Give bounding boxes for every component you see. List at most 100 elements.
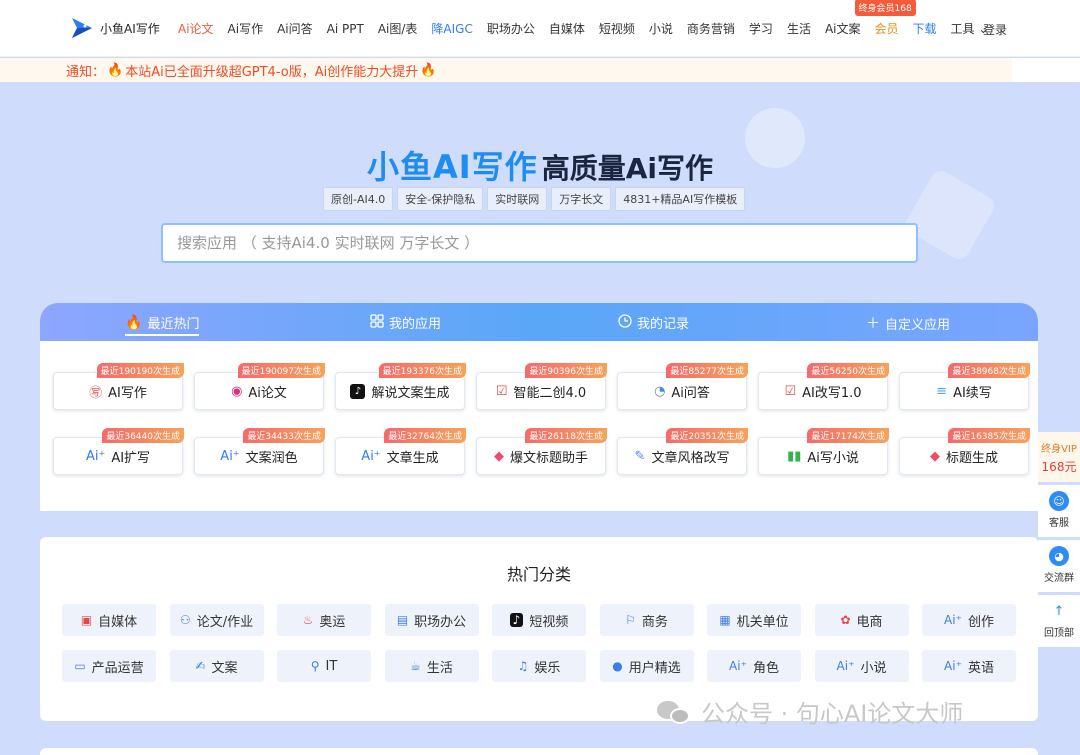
tab-recent-hot[interactable]: 🔥 最近热门 [125, 313, 200, 336]
tag-icon: ◆ [929, 448, 940, 464]
app-card[interactable]: Ai⁺ 文案润色 最近34433次生成 [194, 428, 325, 475]
vip-float-button[interactable]: 终身VIP 168元 [1038, 432, 1080, 482]
hot-apps-panel: ㊢ AI写作 最近190190次生成 ◉ Ai论文 最近190097次生成 ♪ 解说文案生成最… [40, 341, 1038, 511]
app-name: AI续写 [953, 385, 992, 401]
feature-tag: 万字长文 [551, 187, 612, 211]
tab-my-apps[interactable]: 我的应用 [370, 313, 441, 332]
category-label: 娱乐 [534, 660, 561, 676]
feature-tag: 原创-AI4.0 [323, 187, 394, 211]
book-icon: ▮▮ [787, 448, 802, 464]
category-item[interactable]: ♨ 奥运 [277, 604, 371, 636]
nav-item[interactable]: 自媒体 [549, 20, 585, 37]
category-item[interactable]: ♫ 娱乐 [492, 650, 586, 682]
login-link[interactable]: 登录 [983, 21, 1007, 38]
category-label: 奥运 [319, 614, 346, 630]
nav-item[interactable]: 降AIGC [431, 20, 472, 37]
app-name: AI改写1.0 [802, 385, 862, 401]
app-card[interactable]: Ai⁺ 文章生成 最近32764次生成 [335, 428, 466, 475]
vip-promo-badge: 终身会员168 [854, 0, 916, 16]
ai-icon: Ai⁺ [944, 613, 962, 627]
category-item[interactable]: ▣ 自媒体 [62, 604, 156, 636]
nav-item[interactable]: 下载 [913, 20, 937, 37]
category-label: 文案 [211, 660, 238, 676]
nav-item[interactable]: Ai图/表 [378, 20, 418, 37]
category-item[interactable]: ▤ 职场办公 [384, 604, 479, 636]
nav-item[interactable]: 学习 [749, 20, 773, 37]
category-label: 电商 [856, 614, 883, 630]
nav-item[interactable]: 商务营销 [687, 20, 735, 37]
teapot-icon: ☕ [410, 659, 421, 673]
category-label: 用户精选 [628, 660, 681, 676]
category-item[interactable]: Ai⁺ 小说 [814, 650, 909, 682]
nav-item[interactable]: 短视频 [599, 20, 635, 37]
category-item[interactable]: ▦ 机关单位 [707, 604, 801, 636]
usage-count-badge: 最近38968次生成 [948, 363, 1030, 378]
category-item[interactable]: ☕ 生活 [384, 650, 479, 682]
app-card[interactable]: ◆ 爆文标题助手 最近26118次生成 [476, 428, 607, 475]
app-card[interactable]: ☑ 智能二创4.0 最近90396次生成 [476, 363, 607, 410]
hero-tagline: 高质量Ai写作 [541, 152, 714, 185]
fire-icon: 🔥 [420, 62, 437, 78]
nav-item[interactable]: Ai文案 [825, 20, 861, 37]
site-logo[interactable]: 小鱼AI写作 [70, 14, 160, 42]
app-card[interactable]: ♪ 解说文案生成 最近193376次生成 [335, 363, 466, 410]
nav-item[interactable]: Ai问答 [277, 20, 313, 37]
usage-count-badge: 最近85277次生成 [666, 363, 748, 378]
category-item[interactable]: Ai⁺ 创作 [922, 604, 1016, 636]
nav-item[interactable]: Ai写作 [228, 20, 264, 37]
category-item[interactable]: Ai⁺ 英语 [922, 650, 1016, 682]
app-name: Ai写小说 [807, 450, 859, 466]
usage-count-badge: 最近36440次生成 [102, 428, 184, 443]
category-item[interactable]: ✿ 电商 [814, 604, 909, 636]
nav-item[interactable]: Ai PPT [327, 22, 364, 36]
app-name: Ai问答 [671, 385, 710, 401]
category-label: 短视频 [529, 614, 569, 630]
app-card[interactable]: ㊢ AI写作 最近190190次生成 [53, 363, 184, 410]
group-chat-button[interactable]: ◕ 交流群 [1038, 540, 1080, 592]
category-item[interactable]: ♪ 短视频 [492, 604, 586, 636]
category-label: 小说 [860, 660, 887, 676]
nav-item[interactable]: 生活 [787, 20, 811, 37]
grid-icon [370, 313, 384, 332]
category-label: 职场办公 [414, 614, 467, 630]
usage-count-badge: 最近17174次生成 [807, 428, 889, 443]
app-card[interactable]: ☑ AI改写1.0 最近56250次生成 [758, 363, 889, 410]
nav-item[interactable]: Ai论文 [178, 20, 214, 37]
nav-item[interactable]: 职场办公 [487, 20, 535, 37]
back-to-top-button[interactable]: ↑ 回顶部 [1038, 595, 1080, 647]
app-card[interactable]: ◔ Ai问答 最近85277次生成 [617, 363, 748, 410]
category-label: 产品运营 [91, 660, 144, 676]
feature-tag: 实时联网 [487, 187, 548, 211]
app-card[interactable]: ▮▮ Ai写小说 最近17174次生成 [758, 428, 889, 475]
category-item[interactable]: ⚲ IT [277, 650, 371, 682]
app-card[interactable]: ◉ Ai论文 最近190097次生成 [194, 363, 325, 410]
category-item[interactable]: ⚇ 论文/作业 [169, 604, 264, 636]
app-name: 解说文案生成 [371, 385, 450, 401]
usage-count-badge: 最近34433次生成 [243, 428, 325, 443]
category-label: 创作 [967, 614, 994, 630]
right-float-bar: 终身VIP 168元 ☺ 客服 ◕ 交流群 ↑ 回顶部 [1038, 432, 1080, 647]
customer-service-button[interactable]: ☺ 客服 [1038, 485, 1080, 537]
category-item[interactable]: ⚐ 商务 [599, 604, 694, 636]
nav-item[interactable]: 小说 [649, 20, 673, 37]
briefcase-icon: ▤ [396, 613, 409, 627]
tab-custom-app[interactable]: ＋ 自定义应用 [866, 313, 950, 333]
search-input[interactable]: 搜索应用 （ 支持Ai4.0 实时联网 万字长文 ） [161, 223, 918, 263]
app-card[interactable]: ✎ 文章风格改写 最近20351次生成 [617, 428, 748, 475]
app-card[interactable]: ◆ 标题生成 最近16385次生成 [899, 428, 1030, 475]
usage-count-badge: 最近20351次生成 [666, 428, 748, 443]
music-icon: ♫ [517, 659, 529, 673]
notice-label: 通知： [66, 64, 106, 80]
wechat-logo-icon [657, 699, 691, 725]
notice-text[interactable]: 本站Ai已全面升级超GPT4-o版，Ai创作能力大提升 [125, 61, 418, 80]
category-item[interactable]: ✍ 文案 [169, 650, 264, 682]
tab-my-records[interactable]: 我的记录 [618, 313, 689, 332]
app-card[interactable]: ≡ AI续写 最近38968次生成 [899, 363, 1030, 410]
category-item[interactable]: Ai⁺ 角色 [707, 650, 801, 682]
category-item[interactable]: ● 用户精选 [599, 650, 694, 682]
nav-item[interactable]: 会员 终身会员168 [854, 0, 916, 37]
plus-icon: ＋ [866, 316, 880, 332]
app-card[interactable]: Ai⁺ AI扩写 最近36440次生成 [53, 428, 184, 475]
app-name: 智能二创4.0 [513, 385, 587, 401]
category-item[interactable]: ▭ 产品运营 [62, 650, 156, 682]
